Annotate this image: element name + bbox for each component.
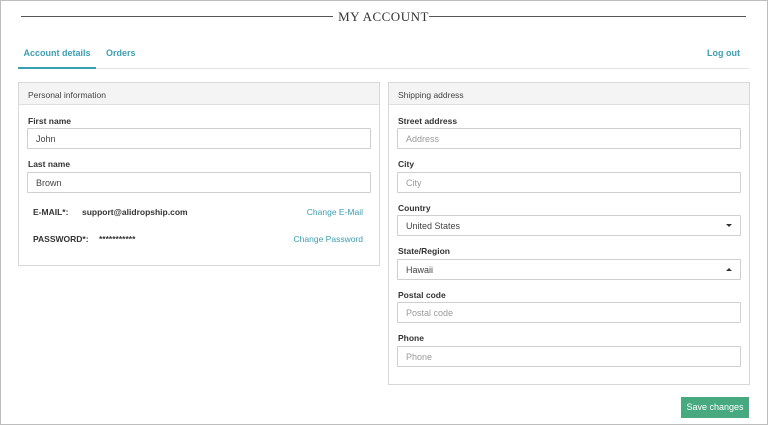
account-tabs: Account details Orders Log out xyxy=(18,39,749,69)
save-changes-button[interactable]: Save changes xyxy=(681,397,749,418)
tab-orders[interactable]: Orders xyxy=(106,48,136,58)
logout-link[interactable]: Log out xyxy=(707,48,740,58)
state-region-label: State/Region xyxy=(398,246,450,256)
postal-code-label: Postal code xyxy=(398,290,446,300)
personal-information-heading: Personal information xyxy=(19,83,379,105)
password-value: *********** xyxy=(99,234,136,244)
city-label: City xyxy=(398,159,415,169)
email-value: support@alidropship.com xyxy=(82,207,188,217)
first-name-input[interactable]: John xyxy=(27,128,371,149)
password-label: PASSWORD*: xyxy=(33,234,89,244)
email-label: E-MAIL*: xyxy=(33,207,69,217)
title-divider-right xyxy=(429,16,746,17)
personal-information-panel: Personal information First name John Las… xyxy=(18,82,380,266)
change-email-link[interactable]: Change E-Mail xyxy=(307,207,363,217)
country-select[interactable]: United States xyxy=(397,215,741,236)
first-name-label: First name xyxy=(28,116,71,126)
street-address-input[interactable]: Address xyxy=(397,128,741,149)
account-page: MY ACCOUNT Account details Orders Log ou… xyxy=(0,0,768,425)
change-password-link[interactable]: Change Password xyxy=(294,234,363,244)
country-selected-value: United States xyxy=(406,221,461,231)
shipping-address-panel: Shipping address Street address Address … xyxy=(388,82,750,385)
page-title: MY ACCOUNT xyxy=(338,9,429,24)
city-input[interactable]: City xyxy=(397,172,741,193)
page-header: MY ACCOUNT xyxy=(21,9,746,25)
phone-label: Phone xyxy=(398,333,424,343)
tab-account-details[interactable]: Account details xyxy=(18,48,96,69)
country-label: Country xyxy=(398,203,431,213)
state-selected-value: Hawaii xyxy=(406,265,434,275)
street-address-label: Street address xyxy=(398,116,458,126)
postal-code-input[interactable]: Postal code xyxy=(397,302,741,323)
caret-up-icon xyxy=(726,268,732,271)
last-name-label: Last name xyxy=(28,159,71,169)
last-name-input[interactable]: Brown xyxy=(27,172,371,193)
phone-input[interactable]: Phone xyxy=(397,346,741,367)
caret-down-icon xyxy=(726,224,732,227)
shipping-address-heading: Shipping address xyxy=(389,83,749,105)
state-region-select[interactable]: Hawaii xyxy=(397,259,741,280)
